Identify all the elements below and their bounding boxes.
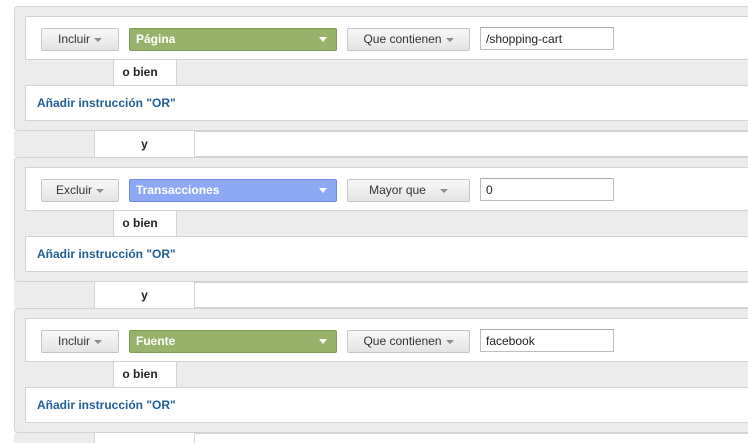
caret-down-icon (96, 188, 104, 193)
or-label: o bien (113, 362, 177, 387)
include-exclude-label: Excluir (55, 183, 92, 197)
operator-label: Mayor que (369, 183, 426, 197)
dimension-dropdown[interactable]: Fuente (129, 330, 337, 353)
include-exclude-dropdown[interactable]: Incluir (41, 330, 119, 353)
dimension-label: Transacciones (136, 183, 220, 197)
and-connector-spacer (14, 433, 94, 443)
dimension-dropdown[interactable]: Transacciones (129, 179, 337, 202)
add-or-statement-link[interactable]: Añadir instrucción "OR" (37, 96, 176, 110)
operator-dropdown[interactable]: Que contienen (347, 330, 470, 353)
or-separator: o bien (25, 60, 748, 85)
or-label: o bien (113, 211, 177, 236)
caret-down-icon (319, 339, 327, 344)
and-connector-spacer (14, 131, 94, 157)
condition-group-1: Incluir Página Que contienen o bien Añad… (14, 6, 748, 131)
and-connector-bar (195, 282, 748, 308)
operator-label: Que contienen (363, 32, 442, 46)
caret-down-icon (94, 37, 102, 42)
or-separator: o bien (25, 211, 748, 236)
operator-label: Que contienen (363, 334, 442, 348)
condition-row: Excluir Transacciones Mayor que (25, 167, 748, 211)
caret-down-icon (445, 339, 454, 344)
and-connector-label: y (94, 131, 195, 157)
include-exclude-label: Incluir (57, 32, 90, 46)
or-separator: o bien (25, 362, 748, 387)
value-input[interactable] (480, 329, 614, 352)
caret-down-icon (445, 37, 454, 42)
dimension-label: Fuente (136, 334, 176, 348)
and-connector-bar (195, 131, 748, 157)
and-connector-stub (94, 433, 195, 443)
condition-group-3: Incluir Fuente Que contienen o bien Añad… (14, 308, 748, 433)
value-input[interactable] (480, 178, 614, 201)
value-input[interactable] (480, 27, 614, 50)
or-label: o bien (113, 60, 177, 85)
add-or-statement-link[interactable]: Añadir instrucción "OR" (37, 398, 176, 412)
and-connector-bar (195, 433, 748, 443)
dimension-label: Página (136, 32, 176, 46)
caret-down-icon (439, 188, 448, 193)
caret-down-icon (94, 339, 102, 344)
caret-down-icon (319, 37, 327, 42)
include-exclude-dropdown[interactable]: Incluir (41, 28, 119, 51)
include-exclude-dropdown[interactable]: Excluir (41, 179, 119, 202)
add-or-row: Añadir instrucción "OR" (25, 236, 748, 272)
dimension-dropdown[interactable]: Página (129, 28, 337, 51)
condition-row: Incluir Página Que contienen (25, 16, 748, 60)
add-or-row: Añadir instrucción "OR" (25, 85, 748, 121)
operator-dropdown[interactable]: Que contienen (347, 28, 470, 51)
condition-group-2: Excluir Transacciones Mayor que o bien A… (14, 157, 748, 282)
and-connector-spacer (14, 282, 94, 308)
add-or-row: Añadir instrucción "OR" (25, 387, 748, 423)
and-connector-label: y (94, 282, 195, 308)
condition-row: Incluir Fuente Que contienen (25, 318, 748, 362)
caret-down-icon (319, 188, 327, 193)
include-exclude-label: Incluir (57, 334, 90, 348)
add-or-statement-link[interactable]: Añadir instrucción "OR" (37, 247, 176, 261)
operator-dropdown[interactable]: Mayor que (347, 179, 470, 202)
